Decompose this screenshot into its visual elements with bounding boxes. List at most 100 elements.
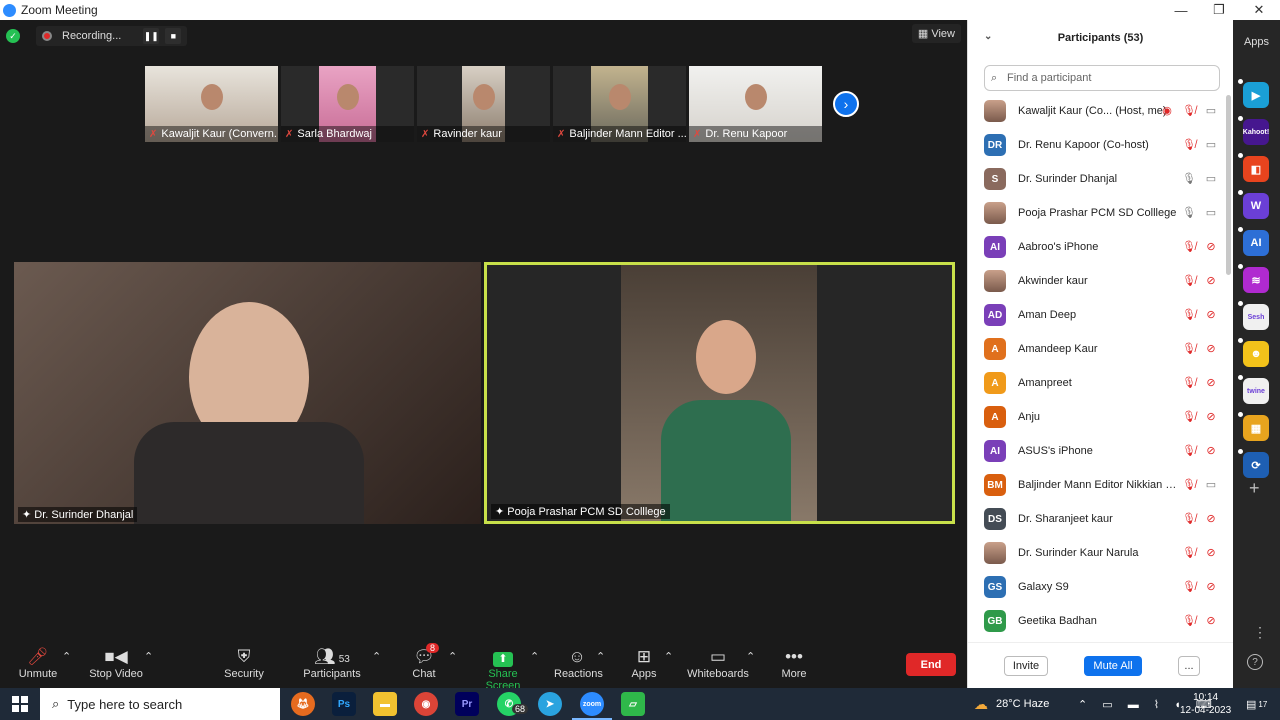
participant-row[interactable]: DS Dr. Sharanjeet kaur 🎙︎̸ ⊘ [984, 502, 1220, 536]
red-app-icon[interactable]: ◧ [1237, 152, 1269, 182]
video-thumbnail[interactable]: ✗ Ravinder kaur [417, 66, 550, 142]
mute-all-button[interactable]: Mute All [1084, 656, 1142, 676]
arrow-app-icon[interactable]: ▶ [1237, 78, 1269, 108]
security-button[interactable]: ⛨ Security [222, 646, 266, 686]
video-thumbnail[interactable]: ✗ Baljinder Mann Editor ... [553, 66, 686, 142]
mic-muted-icon[interactable]: 🎙︎̸ [1180, 138, 1198, 151]
minimize-button[interactable]: — [1162, 0, 1200, 20]
notification-center-icon[interactable]: ▤ 17 [1246, 688, 1267, 720]
stop-video-button[interactable]: ■◀ Stop Video [88, 646, 144, 686]
participant-row[interactable]: BM Baljinder Mann Editor Nikkian Ka... 🎙︎̸… [984, 468, 1220, 502]
reactions-button[interactable]: ☺ Reactions [554, 646, 603, 686]
mic-icon[interactable]: 🎙︎ [1180, 172, 1198, 185]
participant-row[interactable]: Dr. Surinder Kaur Narula 🎙︎̸ ⊘ [984, 536, 1220, 570]
premiere-icon[interactable]: Pr [455, 692, 479, 716]
video-thumbnail[interactable]: ✗ Dr. Renu Kapoor [689, 66, 822, 142]
sidebar-more-icon[interactable]: ⋮ [1253, 624, 1267, 641]
mic-muted-icon[interactable]: 🎙︎̸ [1180, 342, 1198, 355]
video-off-icon[interactable]: ⊘ [1202, 240, 1220, 253]
video-camera-icon[interactable]: ▭ [1202, 206, 1220, 219]
pause-recording-button[interactable]: ❚❚ [143, 28, 160, 44]
chat-button[interactable]: 💬︎ Chat 8 [408, 643, 440, 686]
invite-button[interactable]: Invite [1004, 656, 1048, 676]
apps-button[interactable]: ⊞ Apps [630, 646, 658, 686]
maximize-button[interactable]: ❐ [1200, 0, 1238, 20]
video-off-icon[interactable]: ⊘ [1202, 512, 1220, 525]
video-thumbnail[interactable]: ✗ Sarla Bhardwaj [281, 66, 414, 142]
participant-row[interactable]: AD Aman Deep 🎙︎̸ ⊘ [984, 298, 1220, 332]
mic-muted-icon[interactable]: 🎙︎̸ [1180, 274, 1198, 287]
unmute-button[interactable]: 🎤︎ Unmute [18, 646, 58, 686]
firefox-icon[interactable]: 🦊︎ [291, 692, 315, 716]
end-meeting-button[interactable]: End [906, 653, 956, 676]
windows-start-icon[interactable] [12, 696, 28, 712]
telegram-icon[interactable]: ➤ [538, 692, 562, 716]
sync-app-icon[interactable]: ⟳ [1237, 448, 1269, 478]
green-app-icon[interactable]: ▱ [621, 692, 645, 716]
sesh-icon[interactable]: Sesh [1237, 300, 1269, 330]
video-off-icon[interactable]: ⊘ [1202, 614, 1220, 627]
twine-icon[interactable]: twine [1237, 374, 1269, 404]
video-camera-icon[interactable]: ▭ [1202, 138, 1220, 151]
video-camera-icon[interactable]: ▭ [1202, 478, 1220, 491]
video-off-icon[interactable]: ⊘ [1202, 580, 1220, 593]
share-screen-button[interactable]: ⬆ Share Screen [472, 646, 534, 692]
next-page-arrow-icon[interactable]: › [833, 91, 859, 117]
view-button[interactable]: ▦ View [911, 24, 961, 43]
video-off-icon[interactable]: ⊘ [1202, 376, 1220, 389]
ai-app-icon[interactable]: AI [1237, 226, 1269, 256]
main-video-tile[interactable]: ✦ Dr. Surinder Dhanjal [14, 262, 481, 524]
video-off-icon[interactable]: ⊘ [1202, 546, 1220, 559]
mic-muted-icon[interactable]: 🎙︎̸ [1180, 104, 1198, 117]
file-explorer-icon[interactable]: ▬ [373, 692, 397, 716]
participant-search-input[interactable]: ⌕ Find a participant [984, 65, 1220, 91]
w-app-icon[interactable]: W [1237, 189, 1269, 219]
participant-row[interactable]: GB Geetika Badhan 🎙︎̸ ⊘ [984, 604, 1220, 638]
close-button[interactable]: ✕ [1240, 0, 1278, 20]
participant-row[interactable]: A Amandeep Kaur 🎙︎̸ ⊘ [984, 332, 1220, 366]
participant-row[interactable]: A Anju 🎙︎̸ ⊘ [984, 400, 1220, 434]
apps-options-caret[interactable]: ⌃ [664, 650, 673, 690]
video-off-icon[interactable]: ⊘ [1202, 342, 1220, 355]
participant-row[interactable]: AI ASUS's iPhone 🎙︎̸ ⊘ [984, 434, 1220, 468]
mic-muted-icon[interactable]: 🎙︎̸ [1180, 512, 1198, 525]
help-icon[interactable]: ? [1247, 654, 1263, 670]
mic-icon[interactable]: 🎙︎ [1180, 206, 1198, 219]
mic-muted-icon[interactable]: 🎙︎̸ [1180, 376, 1198, 389]
mic-muted-icon[interactable]: 🎙︎̸ [1180, 308, 1198, 321]
mic-muted-icon[interactable]: 🎙︎̸ [1180, 240, 1198, 253]
participants-options-caret[interactable]: ⌃ [372, 650, 381, 690]
chrome-icon[interactable]: ◉ [414, 692, 438, 716]
video-off-icon[interactable]: ⊘ [1202, 308, 1220, 321]
video-camera-icon[interactable]: ▭ [1202, 104, 1220, 117]
grid-app-icon[interactable]: ▦ [1237, 411, 1269, 441]
taskbar-search-input[interactable]: ⌕ Type here to search [40, 688, 280, 720]
mic-muted-icon[interactable]: 🎙︎̸ [1180, 614, 1198, 627]
audio-options-caret[interactable]: ⌃ [62, 650, 71, 690]
panel-more-button[interactable]: ... [1178, 656, 1200, 676]
whiteboards-button[interactable]: ▭ Whiteboards [686, 646, 750, 686]
active-speaker-tile[interactable]: ✦ Pooja Prashar PCM SD Colllege [484, 262, 955, 524]
encryption-shield-icon[interactable]: ✓ [6, 29, 20, 43]
participant-row[interactable]: DR Dr. Renu Kapoor (Co-host) 🎙︎̸ ▭ [984, 128, 1220, 162]
weather-widget[interactable]: ☁ 28°C Haze [974, 688, 1049, 720]
participant-row[interactable]: A Amanpreet 🎙︎̸ ⊘ [984, 366, 1220, 400]
photoshop-icon[interactable]: Ps [332, 692, 356, 716]
mic-muted-icon[interactable]: 🎙︎̸ [1180, 580, 1198, 593]
mic-muted-icon[interactable]: 🎙︎̸ [1180, 478, 1198, 491]
participant-row[interactable]: AI Aabroo's iPhone 🎙︎̸ ⊘ [984, 230, 1220, 264]
video-thumbnail[interactable]: ✗ Kawaljit Kaur (Convern... [145, 66, 278, 142]
wave-app-icon[interactable]: ≋ [1237, 263, 1269, 293]
more-button[interactable]: ••• More [778, 646, 810, 686]
mic-muted-icon[interactable]: 🎙︎̸ [1180, 546, 1198, 559]
zoom-taskbar-icon[interactable]: zoom [580, 692, 604, 716]
mic-muted-icon[interactable]: 🎙︎̸ [1180, 444, 1198, 457]
chat-options-caret[interactable]: ⌃ [448, 650, 457, 690]
clock[interactable]: 10:14 12-04-2023 [1180, 688, 1231, 720]
share-options-caret[interactable]: ⌃ [530, 650, 539, 690]
video-off-icon[interactable]: ⊘ [1202, 410, 1220, 423]
video-options-caret[interactable]: ⌃ [144, 650, 153, 690]
participant-row[interactable]: S Dr. Surinder Dhanjal 🎙︎ ▭ [984, 162, 1220, 196]
mic-muted-icon[interactable]: 🎙︎̸ [1180, 410, 1198, 423]
stop-recording-button[interactable]: ■ [165, 28, 182, 44]
